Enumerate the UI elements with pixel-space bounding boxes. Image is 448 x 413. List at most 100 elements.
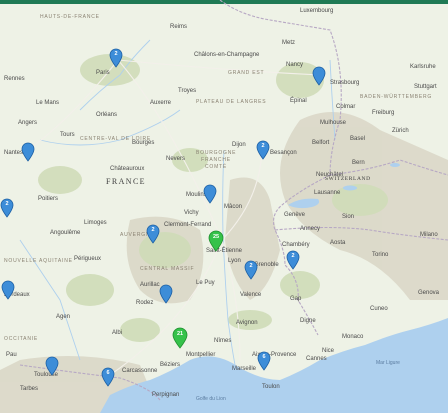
city-label: Nîmes xyxy=(214,338,232,344)
city-label: Albi xyxy=(112,330,123,336)
city-label: Bern xyxy=(352,160,365,166)
map-marker-cluster[interactable]: 25 xyxy=(208,230,224,252)
map-marker[interactable]: 6 xyxy=(257,351,271,371)
city-label: Nancy xyxy=(286,62,304,68)
sea-label: Mar Ligure xyxy=(376,360,400,366)
map-view[interactable]: FRANCE SWITZERLAND GRAND EST PLATEAU DE … xyxy=(0,0,448,413)
city-label: Tarbes xyxy=(20,386,39,392)
city-label: Paris xyxy=(96,70,110,76)
city-label: Orléans xyxy=(96,112,118,118)
city-label: Cannes xyxy=(306,356,327,362)
region-label: PLATEAU DE LANGRES xyxy=(196,99,267,105)
map-marker[interactable]: 2 xyxy=(286,250,300,270)
sea-label: Golfe du Lion xyxy=(196,396,226,402)
map-marker[interactable] xyxy=(159,284,173,304)
city-label: Basel xyxy=(350,136,366,142)
region-label: GRAND EST xyxy=(228,70,265,76)
city-label: Nevers xyxy=(166,156,186,162)
country-label-france: FRANCE xyxy=(106,177,146,186)
marker-count: 6 xyxy=(262,354,266,360)
marker-count: 2 xyxy=(249,263,253,269)
city-label: Aosta xyxy=(330,240,346,246)
map-marker[interactable] xyxy=(1,280,15,300)
map-marker[interactable]: 2 xyxy=(244,260,258,280)
marker-pin-icon xyxy=(1,280,15,300)
region-label: OCCITANIE xyxy=(4,336,39,342)
city-label: Neuchâtel xyxy=(316,172,344,178)
region-label: CENTRAL MASSIF xyxy=(140,266,195,272)
city-label: Marseille xyxy=(232,366,257,372)
city-label: Auxerre xyxy=(150,100,172,106)
marker-count: 2 xyxy=(151,227,155,233)
map-marker[interactable]: 2 xyxy=(109,48,123,68)
city-label: Épinal xyxy=(290,98,307,104)
marker-count: 21 xyxy=(176,331,184,337)
city-label: Stuttgart xyxy=(414,84,437,90)
marker-count: 2 xyxy=(291,253,295,259)
city-label: Avignon xyxy=(236,320,258,326)
marker-pin-icon xyxy=(159,284,173,304)
city-label: Besançon xyxy=(270,150,297,156)
city-label: Perpignan xyxy=(152,392,180,398)
city-label: Limoges xyxy=(84,220,107,226)
city-label: Monaco xyxy=(342,334,364,340)
map-marker[interactable]: 2 xyxy=(256,140,270,160)
map-marker-cluster[interactable]: 21 xyxy=(172,327,188,349)
city-label: Karlsruhe xyxy=(410,64,436,70)
city-label: Angers xyxy=(18,120,38,126)
city-label: Digne xyxy=(300,318,316,324)
city-label: Genova xyxy=(418,290,440,296)
city-label: Aurillac xyxy=(140,282,160,288)
map-marker[interactable]: 6 xyxy=(101,367,115,387)
city-label: Troyes xyxy=(178,88,197,94)
city-label: Le Puy xyxy=(196,280,215,286)
city-label: Agen xyxy=(56,314,71,320)
city-label: Belfort xyxy=(312,140,330,146)
city-label: Vichy xyxy=(184,210,199,216)
city-label: Châteauroux xyxy=(110,166,145,172)
city-label: Milano xyxy=(420,232,438,238)
map-marker[interactable] xyxy=(203,184,217,204)
city-label: Mâcon xyxy=(224,204,243,210)
city-label: Annecy xyxy=(300,226,321,232)
city-label: Carcassonne xyxy=(122,368,158,374)
city-label: Poitiers xyxy=(38,196,59,202)
map-marker[interactable] xyxy=(45,356,59,376)
city-label: Châlons-en-Champagne xyxy=(194,52,260,58)
city-label: Périgueux xyxy=(74,256,102,262)
city-label: Chambéry xyxy=(282,242,310,248)
marker-pin-icon xyxy=(21,142,35,162)
city-label: Torino xyxy=(372,252,389,258)
map-marker[interactable]: 2 xyxy=(0,198,14,218)
city-label: Pau xyxy=(6,352,17,358)
city-label: Colmar xyxy=(336,104,356,110)
map-marker[interactable] xyxy=(21,142,35,162)
city-label: Lausanne xyxy=(314,190,341,196)
city-label: Lyon xyxy=(228,258,241,264)
city-label: Zürich xyxy=(392,128,409,134)
city-label: Sion xyxy=(342,214,355,220)
city-label: Nice xyxy=(322,348,335,354)
city-label: Mulhouse xyxy=(320,120,347,126)
city-label: Montpellier xyxy=(186,352,216,358)
marker-count: 2 xyxy=(5,201,9,207)
city-label: Rodez xyxy=(136,300,154,306)
city-label: Bourges xyxy=(132,140,155,146)
region-label: NOUVELLE AQUITAINE xyxy=(4,258,73,264)
city-label: Clermont-Ferrand xyxy=(164,222,212,228)
map-marker[interactable]: 2 xyxy=(146,224,160,244)
city-label: Strasbourg xyxy=(330,80,360,86)
city-label: Gap xyxy=(290,296,302,302)
map-marker[interactable] xyxy=(312,66,326,86)
city-label: Le Mans xyxy=(36,100,60,106)
region-label: BADEN-WÜRTTEMBERG xyxy=(360,94,433,100)
city-label: Valence xyxy=(240,292,262,298)
marker-pin-icon xyxy=(203,184,217,204)
city-label: Angoulême xyxy=(50,230,81,236)
city-label: Toulon xyxy=(262,384,280,390)
marker-pin-icon xyxy=(45,356,59,376)
city-label: Cuneo xyxy=(370,306,388,312)
marker-count: 2 xyxy=(261,143,265,149)
marker-pin-icon xyxy=(312,66,326,86)
city-label: Reims xyxy=(170,24,188,30)
